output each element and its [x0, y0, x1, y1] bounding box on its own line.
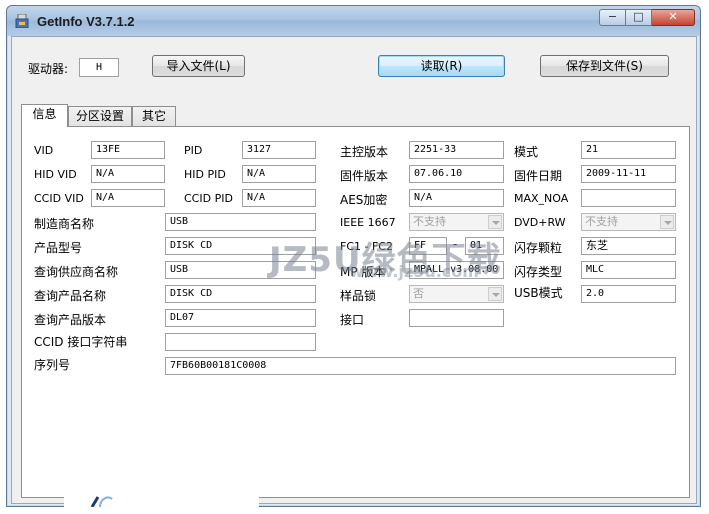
chevron-down-icon[interactable] [488, 287, 502, 301]
interface-label: 接口 [340, 313, 365, 327]
info-panel: VID 13FE PID 3127 主控版本 2251-33 模式 21 HID… [21, 126, 690, 498]
drive-label: 驱动器: [28, 62, 69, 76]
firmware-date-label: 固件日期 [514, 169, 563, 183]
maximize-button[interactable]: □ [626, 9, 652, 26]
hid-pid-field[interactable]: N/A [242, 165, 316, 183]
max-noa-field[interactable] [581, 189, 676, 207]
import-file-button[interactable]: 导入文件(L) [152, 55, 245, 77]
close-icon: ✕ [668, 10, 678, 23]
read-button[interactable]: 读取(R) [378, 55, 505, 77]
hid-vid-field[interactable]: N/A [91, 165, 165, 183]
interface-field[interactable] [409, 309, 504, 327]
usb-drive-icon [15, 14, 29, 28]
query-product-version-field[interactable]: DL07 [165, 309, 316, 327]
query-product-field[interactable]: DISK CD [165, 285, 316, 303]
query-vendor-label: 查询供应商名称 [34, 265, 119, 279]
product-model-label: 产品型号 [34, 241, 83, 255]
dvd-rw-value: 不支持 [585, 215, 618, 228]
manufacturer-label: 制造商名称 [34, 217, 95, 231]
pid-field[interactable]: 3127 [242, 141, 316, 159]
ccid-string-field[interactable] [165, 333, 316, 351]
chevron-down-icon[interactable] [488, 215, 502, 229]
tab-partition[interactable]: 分区设置 [68, 106, 132, 126]
vid-field[interactable]: 13FE [91, 141, 165, 159]
query-product-label: 查询产品名称 [34, 289, 107, 303]
tab-info[interactable]: 信息 [21, 104, 68, 127]
usb-mode-field[interactable]: 2.0 [581, 285, 676, 303]
sample-lock-select[interactable]: 否 [409, 285, 504, 303]
drive-field[interactable]: H [79, 58, 119, 77]
save-to-file-button[interactable]: 保存到文件(S) [540, 55, 669, 77]
ccid-vid-label: CCID VID [34, 192, 84, 205]
ccid-vid-field[interactable]: N/A [91, 189, 165, 207]
mode-label: 模式 [514, 145, 539, 159]
usb-mode-label: USB模式 [514, 286, 563, 300]
tab-other[interactable]: 其它 [132, 106, 176, 126]
vid-label: VID [34, 144, 54, 157]
window-title: GetInfo V3.7.1.2 [37, 14, 135, 29]
title-bar[interactable]: GetInfo V3.7.1.2 − □ ✕ [7, 6, 700, 36]
sample-lock-label: 样品锁 [340, 289, 377, 303]
hid-pid-label: HID PID [184, 168, 226, 181]
sample-lock-value: 否 [413, 287, 424, 300]
ieee1667-label: IEEE 1667 [340, 216, 396, 229]
bottom-logo [64, 489, 259, 508]
ccid-pid-field[interactable]: N/A [242, 189, 316, 207]
minimize-button[interactable]: − [599, 9, 626, 26]
firmware-version-field[interactable]: 07.06.10 [409, 165, 504, 183]
query-product-version-label: 查询产品版本 [34, 313, 107, 327]
pid-label: PID [184, 144, 203, 157]
ccid-pid-label: CCID PID [184, 192, 233, 205]
serial-field[interactable]: 7FB60B00181C0008 [165, 357, 676, 375]
max-noa-label: MAX_NOA [514, 192, 569, 205]
watermark-url: www.jz5u.com [349, 262, 479, 281]
dvd-rw-label: DVD+RW [514, 216, 566, 229]
serial-label: 序列号 [34, 358, 71, 372]
flash-chip-label: 闪存颗粒 [514, 241, 563, 255]
firmware-date-field[interactable]: 2009-11-11 [581, 165, 676, 183]
chevron-down-icon[interactable] [660, 215, 674, 229]
app-window: GetInfo V3.7.1.2 − □ ✕ 驱动器: H 导入文件(L) 读取… [6, 5, 701, 508]
aes-label: AES加密 [340, 193, 388, 207]
ieee1667-select[interactable]: 不支持 [409, 213, 504, 231]
controller-version-label: 主控版本 [340, 145, 389, 159]
dvd-rw-select[interactable]: 不支持 [581, 213, 676, 231]
hid-vid-label: HID VID [34, 168, 77, 181]
manufacturer-field[interactable]: USB [165, 213, 316, 231]
controller-version-field[interactable]: 2251-33 [409, 141, 504, 159]
maximize-icon: □ [633, 10, 644, 23]
flash-chip-field[interactable]: 东芝 [581, 237, 676, 255]
flash-type-field[interactable]: MLC [581, 261, 676, 279]
aes-field[interactable]: N/A [409, 189, 504, 207]
minimize-icon: − [607, 10, 618, 23]
ccid-string-label: CCID 接口字符串 [34, 335, 128, 349]
brand-logo-icon [90, 496, 113, 508]
close-button[interactable]: ✕ [652, 9, 695, 26]
ieee1667-value: 不支持 [413, 215, 446, 228]
mode-field[interactable]: 21 [581, 141, 676, 159]
flash-type-label: 闪存类型 [514, 265, 563, 279]
firmware-version-label: 固件版本 [340, 169, 389, 183]
